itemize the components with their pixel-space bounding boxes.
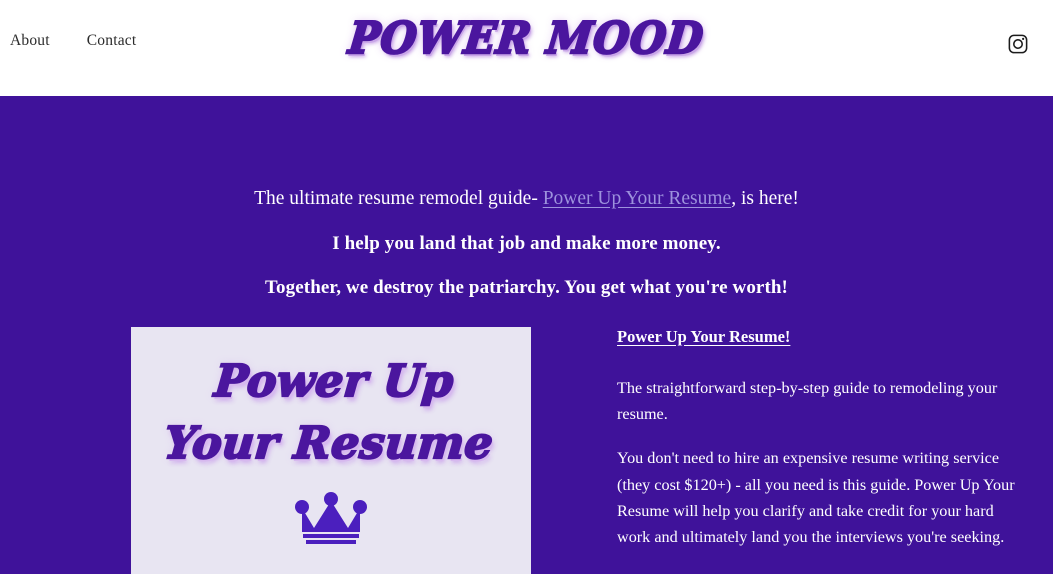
hero-tagline-1: I help you land that job and make more m… [332,233,721,255]
product-cover-title-line-2: Your Resume [161,417,496,470]
hero-lead-line: The ultimate resume remodel guide- Power… [0,186,1053,212]
site-logo[interactable]: POWER MOOD [0,11,1053,64]
product-paragraph-2: You don't need to hire an expensive resu… [617,449,1015,547]
product-paragraph-1: The straightforward step-by-step guide t… [617,379,998,424]
product-section: Power Up Your Resume Power Up Your Resum… [0,327,1053,574]
product-cover-image[interactable]: Power Up Your Resume [131,327,531,574]
hero-tagline-2: Together, we destroy the patriarchy. You… [265,276,788,298]
product-cover-title: Power Up Your Resume [161,351,501,476]
hero-section: The ultimate resume remodel guide- Power… [0,96,1053,574]
nav-link-contact[interactable]: Contact [87,33,137,49]
nav-link-about[interactable]: About [10,33,50,49]
site-logo-text: POWER MOOD [345,11,707,64]
hero-lead-prefix: The ultimate resume remodel guide- [254,188,543,209]
product-paragraph-3: Want to amplify your confidence? Your su… [617,568,1017,574]
hero-copy: The ultimate resume remodel guide- Power… [0,96,1053,301]
product-cover-title-line-1: Power Up [211,355,456,408]
hero-guide-link[interactable]: Power Up Your Resume [543,188,732,209]
product-description: Power Up Your Resume! The straightforwar… [617,327,1017,574]
hero-lead-suffix: , is here! [731,188,799,209]
primary-navigation: About Contact [10,33,136,49]
site-header: About Contact POWER MOOD [0,0,1053,96]
instagram-icon[interactable] [1007,33,1029,55]
product-title-link[interactable]: Power Up Your Resume! [617,327,790,347]
crown-icon [294,491,368,544]
